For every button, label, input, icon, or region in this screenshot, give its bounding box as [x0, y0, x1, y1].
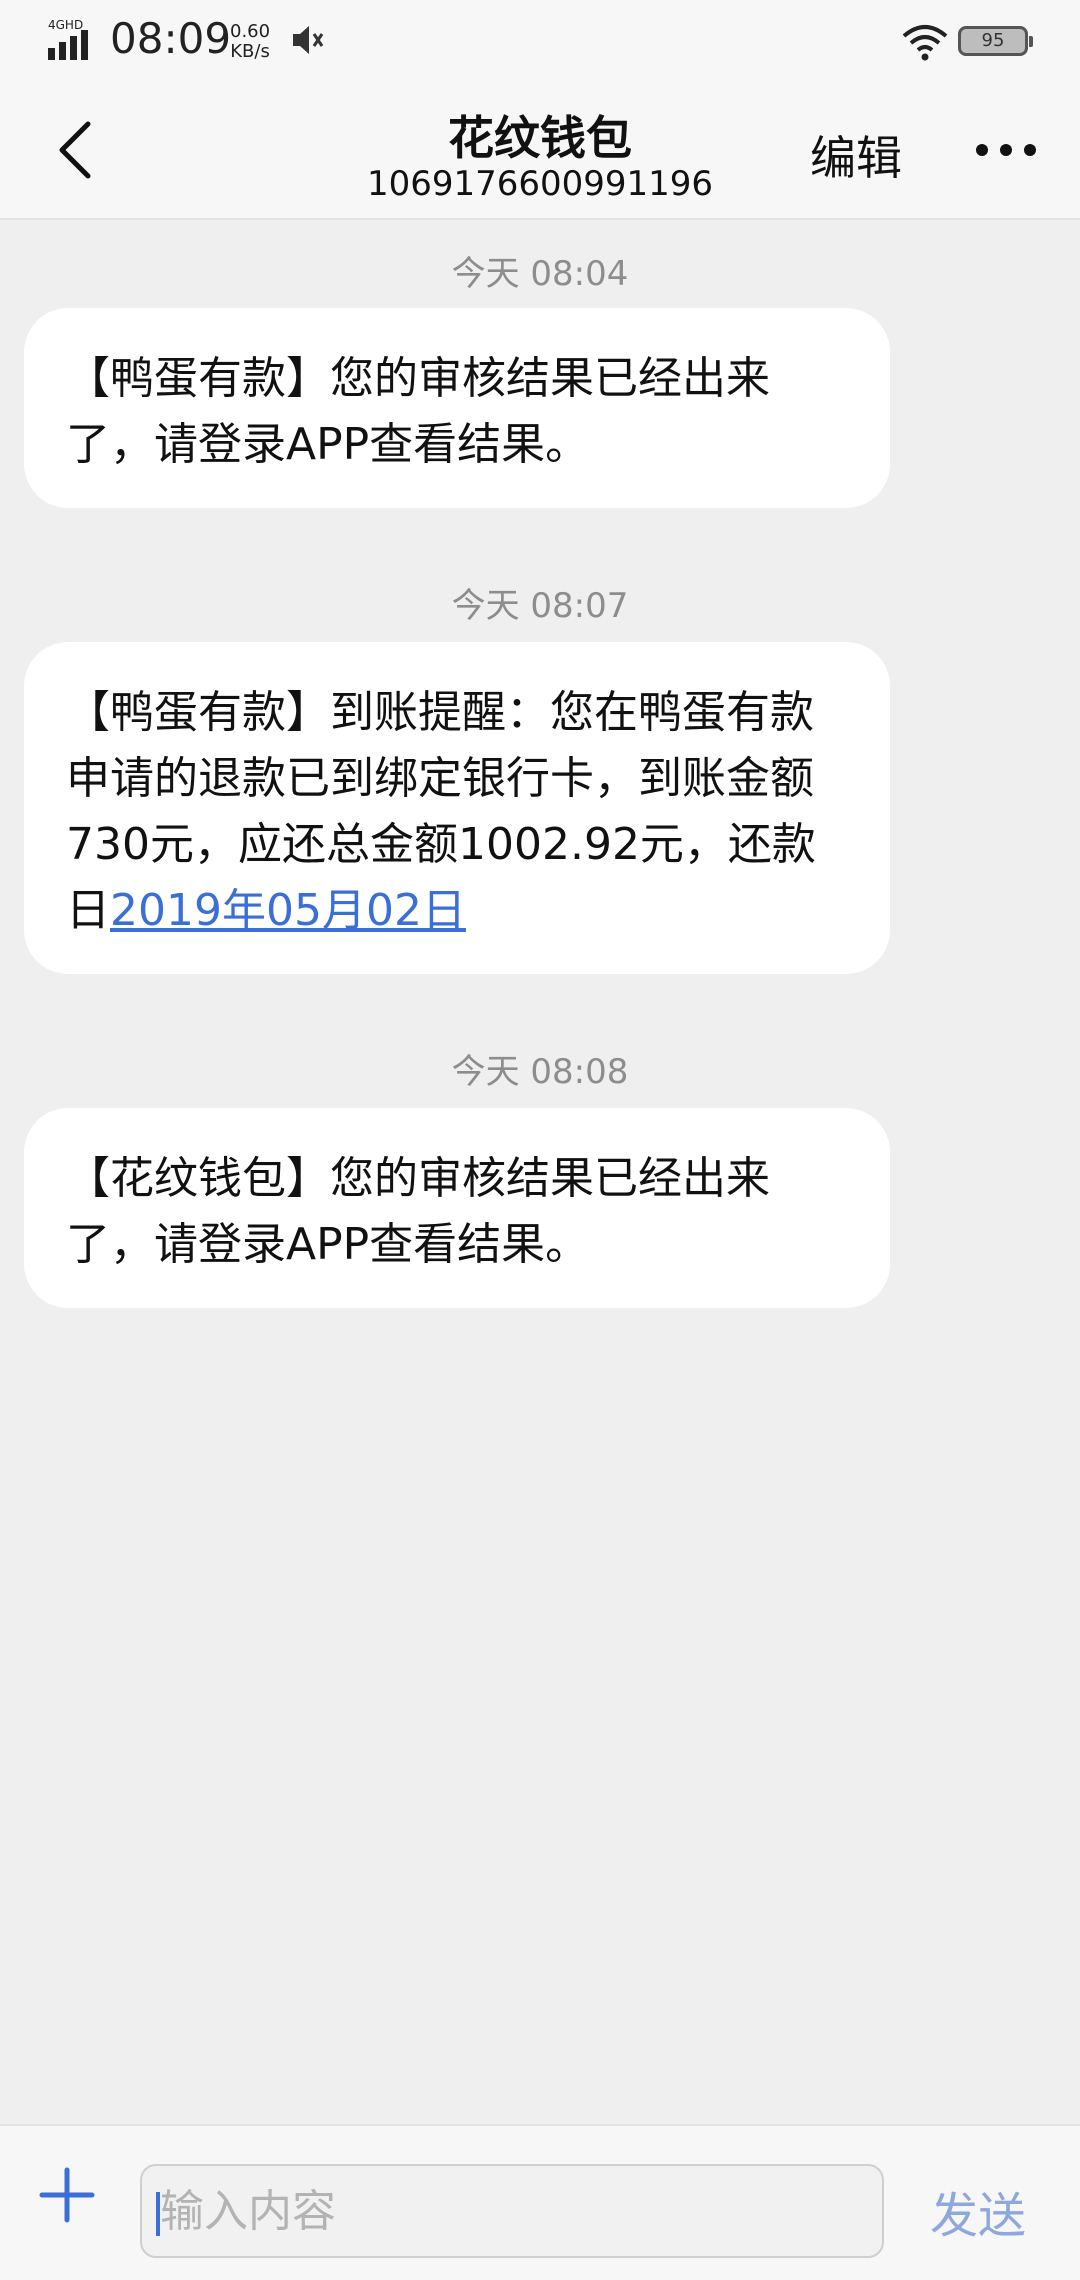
message-bubble[interactable]: 【鸭蛋有款】您的审核结果已经出来了，请登录APP查看结果。: [24, 308, 890, 508]
wifi-icon: [902, 25, 948, 61]
message-text: 【花纹钱包】您的审核结果已经出来了，请登录APP查看结果。: [66, 1153, 770, 1270]
contact-name: 花纹钱包: [448, 111, 632, 165]
more-dot: [1024, 144, 1036, 156]
status-bar: 4GHD 08:09 0.60 KB/s 95: [0, 0, 1080, 80]
network-speed-unit: KB/s: [230, 41, 270, 62]
contact-number: 1069176600991196: [366, 164, 714, 204]
more-dot: [1000, 144, 1012, 156]
message-bubble[interactable]: 【鸭蛋有款】到账提醒：您在鸭蛋有款申请的退款已到绑定银行卡，到账金额730元，应…: [24, 642, 890, 974]
status-time: 08:09: [110, 14, 232, 63]
more-dot: [976, 144, 988, 156]
add-attachment-icon[interactable]: [38, 2166, 96, 2224]
network-speed: 0.60 KB/s: [230, 22, 270, 62]
date-link[interactable]: 2019年05月02日: [110, 885, 466, 936]
message-text: 【鸭蛋有款】您的审核结果已经出来了，请登录APP查看结果。: [66, 353, 770, 470]
message-timestamp: 今天 08:07: [451, 586, 629, 626]
message-composer: 发送: [0, 2124, 1080, 2280]
message-bubble[interactable]: 【花纹钱包】您的审核结果已经出来了，请登录APP查看结果。: [24, 1108, 890, 1308]
message-input[interactable]: [142, 2166, 882, 2256]
edit-button[interactable]: 编辑: [810, 122, 902, 188]
network-type: 4GHD: [48, 18, 83, 32]
signal-icon: 4GHD: [48, 18, 88, 60]
send-button[interactable]: 发送: [930, 2176, 1026, 2246]
message-timestamp: 今天 08:04: [451, 254, 629, 294]
network-speed-value: 0.60: [230, 21, 271, 42]
mute-icon: [293, 26, 324, 54]
message-timestamp: 今天 08:08: [451, 1052, 629, 1092]
text-caret: [156, 2192, 160, 2236]
conversation-header: 花纹钱包 1069176600991196 编辑: [0, 80, 1080, 220]
battery-indicator: 95: [958, 26, 1033, 56]
more-options-icon[interactable]: [976, 144, 1036, 158]
message-input-box[interactable]: [140, 2164, 884, 2258]
